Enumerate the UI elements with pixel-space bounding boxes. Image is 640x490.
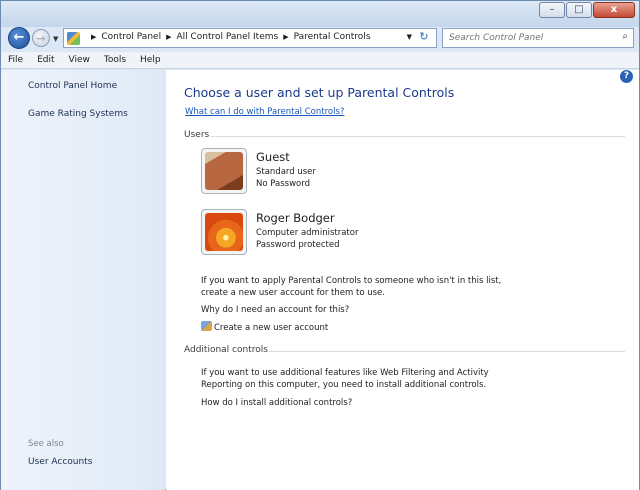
- main-content: ? Choose a user and set up Parental Cont…: [166, 70, 639, 490]
- user-name[interactable]: Roger Bodger: [256, 211, 335, 225]
- task-pane: Control Panel Home Game Rating Systems S…: [1, 70, 165, 490]
- user-type: Computer administrator: [256, 228, 359, 238]
- breadcrumb-control-panel[interactable]: Control Panel: [101, 32, 161, 42]
- add-user-icon: [201, 321, 212, 331]
- user-password-status: Password protected: [256, 240, 340, 250]
- search-icon[interactable]: ⌕: [622, 31, 628, 42]
- create-account-link[interactable]: Create a new user account: [201, 321, 521, 334]
- back-button[interactable]: ←: [8, 27, 30, 49]
- add-user-info: If you want to apply Parental Controls t…: [201, 275, 521, 299]
- game-rating-systems-link[interactable]: Game Rating Systems: [28, 109, 128, 119]
- info-line: Reporting on this computer, you need to …: [201, 380, 487, 390]
- maximize-icon: □: [574, 4, 584, 15]
- maximize-button[interactable]: □: [566, 2, 592, 18]
- menu-edit[interactable]: Edit: [37, 52, 54, 68]
- minimize-button[interactable]: –: [539, 2, 565, 18]
- additional-controls-heading: Additional controls: [184, 345, 268, 355]
- caption-buttons: – □ x: [538, 2, 635, 18]
- user-password-status: No Password: [256, 179, 310, 189]
- info-line: create a new user account for them to us…: [201, 288, 385, 298]
- title-bar[interactable]: – □ x: [1, 1, 639, 27]
- install-controls-link[interactable]: How do I install additional controls?: [201, 397, 521, 409]
- user-accounts-link[interactable]: User Accounts: [28, 457, 92, 467]
- forward-arrow-icon: →: [36, 32, 46, 45]
- breadcrumb-chevron-icon[interactable]: ▶: [283, 33, 288, 41]
- breadcrumb: ▶ Control Panel ▶ All Control Panel Item…: [86, 32, 371, 42]
- menu-tools[interactable]: Tools: [104, 52, 126, 68]
- search-box[interactable]: ⌕: [442, 28, 634, 48]
- additional-controls-info: If you want to use additional features l…: [201, 367, 521, 391]
- search-input[interactable]: [449, 30, 609, 46]
- additional-divider: [269, 351, 625, 352]
- breadcrumb-chevron-icon[interactable]: ▶: [91, 33, 96, 41]
- address-bar[interactable]: ▶ Control Panel ▶ All Control Panel Item…: [63, 28, 437, 48]
- back-arrow-icon: ←: [13, 30, 25, 45]
- breadcrumb-all-items[interactable]: All Control Panel Items: [176, 32, 278, 42]
- forward-button[interactable]: →: [32, 29, 50, 47]
- why-account-link[interactable]: Why do I need an account for this?: [201, 304, 521, 316]
- help-icon[interactable]: ?: [620, 70, 633, 83]
- menu-bar: File Edit View Tools Help: [1, 52, 639, 69]
- navigation-bar: ← → ▼ ▶ Control Panel ▶ All Control Pane…: [1, 25, 639, 51]
- briefcase-avatar-icon[interactable]: [201, 148, 247, 194]
- info-line: If you want to apply Parental Controls t…: [201, 276, 502, 286]
- menu-file[interactable]: File: [8, 52, 23, 68]
- refresh-icon[interactable]: ↻: [415, 30, 433, 46]
- address-dropdown-icon[interactable]: ▼: [407, 33, 412, 41]
- control-panel-icon: [67, 32, 80, 45]
- user-name[interactable]: Guest: [256, 150, 290, 164]
- breadcrumb-parental-controls[interactable]: Parental Controls: [294, 32, 371, 42]
- menu-help[interactable]: Help: [140, 52, 161, 68]
- close-icon: x: [610, 4, 618, 15]
- close-button[interactable]: x: [593, 2, 635, 18]
- what-can-i-do-link[interactable]: What can I do with Parental Controls?: [185, 107, 344, 117]
- see-also-label: See also: [28, 439, 64, 449]
- parental-controls-window: – □ x ← → ▼ ▶ Control Panel ▶ All Contro…: [0, 0, 640, 490]
- users-divider: [211, 136, 625, 137]
- minimize-icon: –: [549, 4, 555, 15]
- page-title: Choose a user and set up Parental Contro…: [184, 85, 455, 100]
- menu-view[interactable]: View: [69, 52, 90, 68]
- create-account-label[interactable]: Create a new user account: [214, 323, 328, 333]
- users-section-heading: Users: [184, 130, 210, 140]
- info-line: If you want to use additional features l…: [201, 368, 489, 378]
- flower-avatar-icon[interactable]: [201, 209, 247, 255]
- control-panel-home-link[interactable]: Control Panel Home: [28, 81, 117, 91]
- user-type: Standard user: [256, 167, 316, 177]
- breadcrumb-chevron-icon[interactable]: ▶: [166, 33, 171, 41]
- recent-pages-dropdown-icon[interactable]: ▼: [53, 35, 58, 43]
